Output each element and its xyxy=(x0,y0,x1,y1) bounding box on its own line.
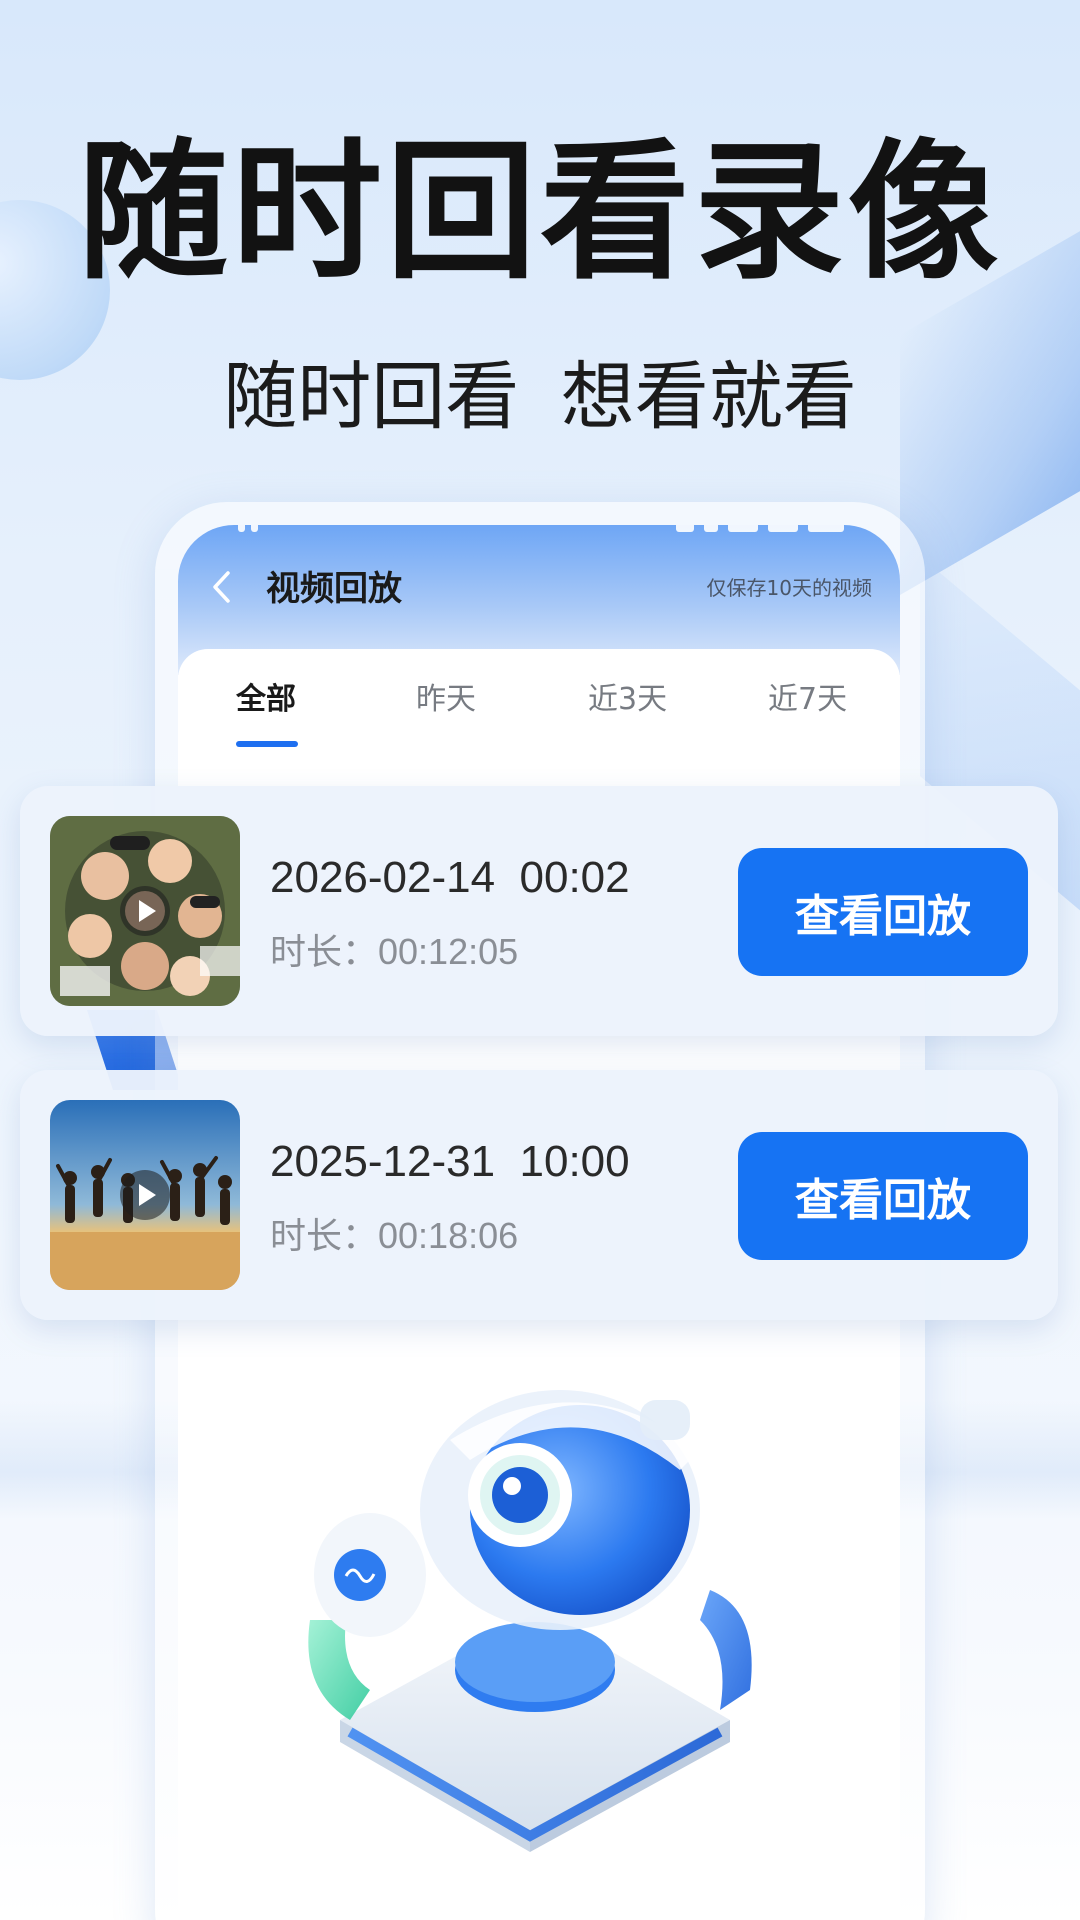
view-playback-button[interactable]: 查看回放 xyxy=(738,1132,1028,1260)
subheadline: 随时回看 想看就看 xyxy=(223,354,857,440)
retention-note: 仅保存10天的视频 xyxy=(706,576,872,600)
duration-label: 时长： xyxy=(270,932,379,973)
back-button[interactable] xyxy=(206,567,240,607)
view-playback-button[interactable]: 查看回放 xyxy=(738,848,1028,976)
recording-duration: 时长：00:18:06 xyxy=(270,1216,518,1257)
recording-card: 2026-02-14 00:02 时长：00:12:05 查看回放 xyxy=(20,786,1058,1036)
play-icon xyxy=(120,886,170,936)
duration-label: 时长： xyxy=(270,1216,379,1257)
duration-value: 00:18:06 xyxy=(378,1215,519,1256)
tab-last-7-days[interactable]: 近7天 xyxy=(768,679,847,721)
status-bar-left xyxy=(238,525,278,532)
signal-icon-2 xyxy=(768,525,798,532)
duration-value: 00:12:05 xyxy=(378,931,519,972)
recording-datetime: 2025-12-31 10:00 xyxy=(270,1137,630,1186)
status-indicator xyxy=(251,525,258,532)
wifi-icon xyxy=(704,525,718,532)
recording-thumbnail[interactable] xyxy=(50,816,240,1006)
signal-icon xyxy=(728,525,758,532)
recording-thumbnail[interactable] xyxy=(50,1100,240,1290)
chevron-left-icon xyxy=(213,571,230,603)
eye-icon xyxy=(308,1390,752,1852)
status-indicator xyxy=(238,525,245,532)
recording-card: 2025-12-31 10:00 时长：00:18:06 查看回放 xyxy=(20,1070,1058,1320)
headline: 随时回看录像 xyxy=(77,126,1002,300)
screen-title: 视频回放 xyxy=(266,569,402,609)
tab-all[interactable]: 全部 xyxy=(236,679,296,721)
battery-icon xyxy=(808,525,844,532)
status-bar-right xyxy=(666,525,844,532)
recording-datetime: 2026-02-14 00:02 xyxy=(270,853,630,902)
eye-camera-illustration xyxy=(280,1360,800,1860)
promo-page: 随时回看录像 随时回看 想看就看 视频回放 仅保存10天的视频 全部 昨天 近3… xyxy=(0,0,1080,1920)
recording-duration: 时长：00:12:05 xyxy=(270,932,518,973)
alarm-icon xyxy=(676,525,694,532)
tab-yesterday[interactable]: 昨天 xyxy=(416,679,476,721)
play-icon xyxy=(120,1170,170,1220)
tab-last-3-days[interactable]: 近3天 xyxy=(588,679,667,721)
active-tab-indicator xyxy=(236,741,298,747)
status-bar xyxy=(178,525,900,541)
